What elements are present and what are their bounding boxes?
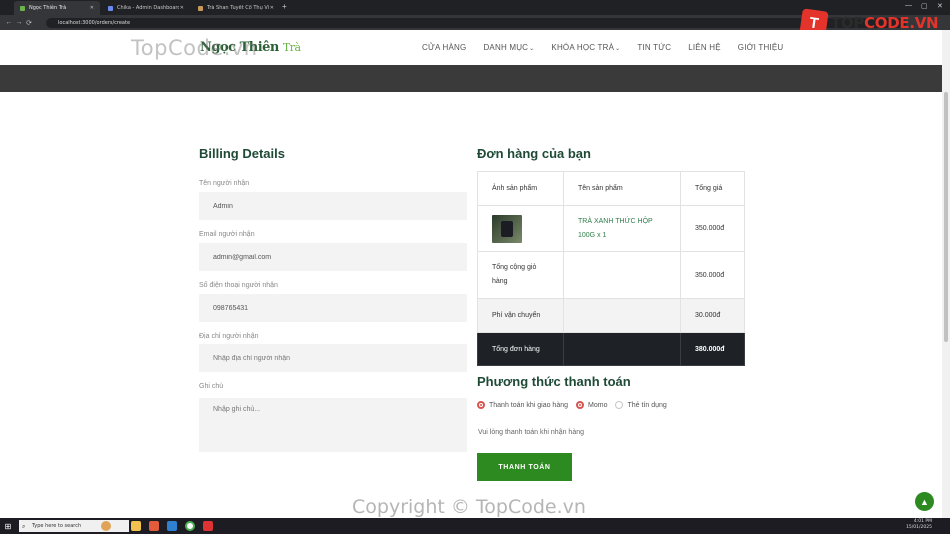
subtotal-value: 350.000đ	[680, 251, 745, 299]
scroll-to-top-button[interactable]: ▲	[915, 492, 934, 511]
chrome-icon[interactable]	[185, 521, 195, 531]
weather-icon[interactable]	[101, 521, 111, 531]
logo-accent: Trà	[282, 41, 301, 54]
recipient-address-input[interactable]	[199, 344, 467, 372]
tab-label: Ngọc Thiên Trà	[29, 5, 67, 11]
tab-favicon-icon	[20, 5, 25, 11]
shipping-value: 30.000đ	[680, 298, 745, 333]
close-icon[interactable]: ✕	[180, 5, 184, 11]
url-text: localhost:3000/orders/create	[58, 20, 131, 26]
header-name: Tên sản phẩm	[563, 171, 681, 206]
close-icon[interactable]: ✕	[270, 5, 274, 11]
recipient-email-label: Email người nhận	[199, 231, 255, 238]
shipping-label: Phí vận chuyển	[477, 298, 564, 333]
recipient-phone-input[interactable]	[199, 294, 467, 322]
chevron-down-icon: ⌄	[529, 46, 535, 52]
windows-start-icon[interactable]: ⊞	[0, 518, 16, 534]
url-field[interactable]: localhost:3000/orders/create	[46, 18, 906, 28]
tab-favicon-icon	[108, 5, 113, 11]
product-thumbnail[interactable]	[492, 214, 522, 243]
radio-selected-icon[interactable]	[477, 401, 485, 409]
note-label: Ghi chú	[199, 383, 224, 390]
payment-options: Thanh toán khi giao hàng Momo Thẻ tín dụ…	[477, 401, 675, 409]
header-total: Tổng giá	[680, 171, 745, 206]
chevron-down-icon: ⌄	[615, 46, 621, 52]
product-name[interactable]: TRÀ XANH THỨC HỘP 100G x 1	[563, 205, 681, 252]
browser-tab-active[interactable]: Ngọc Thiên Trà ✕	[14, 1, 100, 15]
os-taskbar: ⊞ ⌕ Type here to search 4:01 PM 15/01/20…	[0, 518, 950, 534]
scrollbar-thumb[interactable]	[944, 92, 948, 342]
table-row: Tổng cộng giỏ hàng 350.000đ	[477, 251, 745, 299]
recipient-name-input[interactable]	[199, 192, 467, 220]
table-row: Tổng đơn hàng 380.000đ	[477, 332, 745, 366]
taskbar-search[interactable]: ⌕ Type here to search	[19, 520, 129, 532]
vscode-icon[interactable]	[167, 521, 177, 531]
billing-title: Billing Details	[199, 146, 285, 161]
checkout-button[interactable]: THANH TOÁN	[477, 453, 572, 481]
new-tab-plus-icon[interactable]: +	[282, 2, 287, 11]
table-row: TRÀ XANH THỨC HỘP 100G x 1 350.000đ	[477, 205, 745, 252]
note-textarea[interactable]	[199, 398, 467, 452]
table-header-row: Ảnh sản phẩm Tên sản phẩm Tổng giá	[477, 171, 745, 206]
nav-item-categories[interactable]: DANH MỤC⌄	[483, 43, 534, 52]
maximize-icon[interactable]: ▢	[921, 2, 928, 10]
product-image-cell	[477, 205, 564, 252]
recipient-phone-label: Số điện thoại người nhận	[199, 282, 278, 289]
browser-tab[interactable]: Chika - Admin Dashboard Templ... ✕	[102, 1, 190, 15]
close-window-icon[interactable]: ✕	[937, 2, 943, 10]
watermark-top: TopCode.vn	[131, 36, 258, 60]
file-explorer-icon[interactable]	[131, 521, 141, 531]
tab-label: Chika - Admin Dashboard Templ...	[117, 5, 179, 11]
recipient-email-input[interactable]	[199, 243, 467, 271]
forward-arrow-icon[interactable]: →	[14, 19, 24, 26]
main-nav: CỬA HÀNG DANH MỤC⌄ KHÓA HỌC TRÀ⌄ TIN TỨC…	[422, 43, 800, 52]
radio-selected-icon[interactable]	[576, 401, 585, 409]
reload-icon[interactable]: ⟳	[24, 19, 34, 27]
system-clock[interactable]: 4:01 PM 15/01/2025	[872, 519, 932, 531]
payment-option-momo[interactable]: Momo	[576, 401, 607, 409]
recipient-address-label: Địa chỉ người nhận	[199, 333, 259, 340]
table-row: Phí vận chuyển 30.000đ	[477, 298, 745, 333]
total-value: 380.000đ	[680, 332, 745, 366]
payment-option-credit-card[interactable]: Thẻ tín dụng	[615, 401, 667, 409]
total-label: Tổng đơn hàng	[477, 332, 564, 366]
close-icon[interactable]: ✕	[90, 5, 94, 11]
payment-title: Phương thức thanh toán	[477, 374, 631, 389]
browser-tab[interactable]: Trà Shan Tuyết Cổ Thụ Việt Nam ✕	[192, 1, 280, 15]
minimize-icon[interactable]: —	[905, 2, 912, 9]
tab-favicon-icon	[198, 5, 203, 11]
nav-item-contact[interactable]: LIÊN HỆ	[688, 43, 721, 52]
header-image: Ảnh sản phẩm	[477, 171, 564, 206]
app-icon[interactable]	[149, 521, 159, 531]
tab-label: Trà Shan Tuyết Cổ Thụ Việt Nam	[207, 5, 269, 11]
page-banner	[0, 65, 942, 92]
order-table: Ảnh sản phẩm Tên sản phẩm Tổng giá TRÀ X…	[477, 171, 745, 366]
app-icon[interactable]	[203, 521, 213, 531]
arrow-up-icon: ▲	[920, 496, 929, 507]
payment-note: Vui lòng thanh toán khi nhận hàng	[478, 429, 584, 436]
back-arrow-icon[interactable]: ←	[4, 19, 14, 26]
product-price: 350.000đ	[680, 205, 745, 252]
nav-item-news[interactable]: TIN TỨC	[637, 43, 671, 52]
watermark-bottom: Copyright © TopCode.vn	[352, 496, 586, 518]
search-icon: ⌕	[22, 523, 26, 530]
subtotal-label: Tổng cộng giỏ hàng	[477, 251, 564, 299]
radio-unselected-icon[interactable]	[615, 401, 624, 409]
nav-item-about[interactable]: GIỚI THIỆU	[738, 43, 784, 52]
nav-item-shop[interactable]: CỬA HÀNG	[422, 43, 466, 52]
nav-item-tea-courses[interactable]: KHÓA HỌC TRÀ⌄	[551, 43, 620, 52]
recipient-name-label: Tên người nhận	[199, 180, 250, 187]
payment-option-cod[interactable]: Thanh toán khi giao hàng	[477, 401, 568, 409]
order-title: Đơn hàng của bạn	[477, 146, 591, 161]
site-header: Ngọc Thiên Trà TopCode.vn CỬA HÀNG DANH …	[0, 30, 942, 65]
